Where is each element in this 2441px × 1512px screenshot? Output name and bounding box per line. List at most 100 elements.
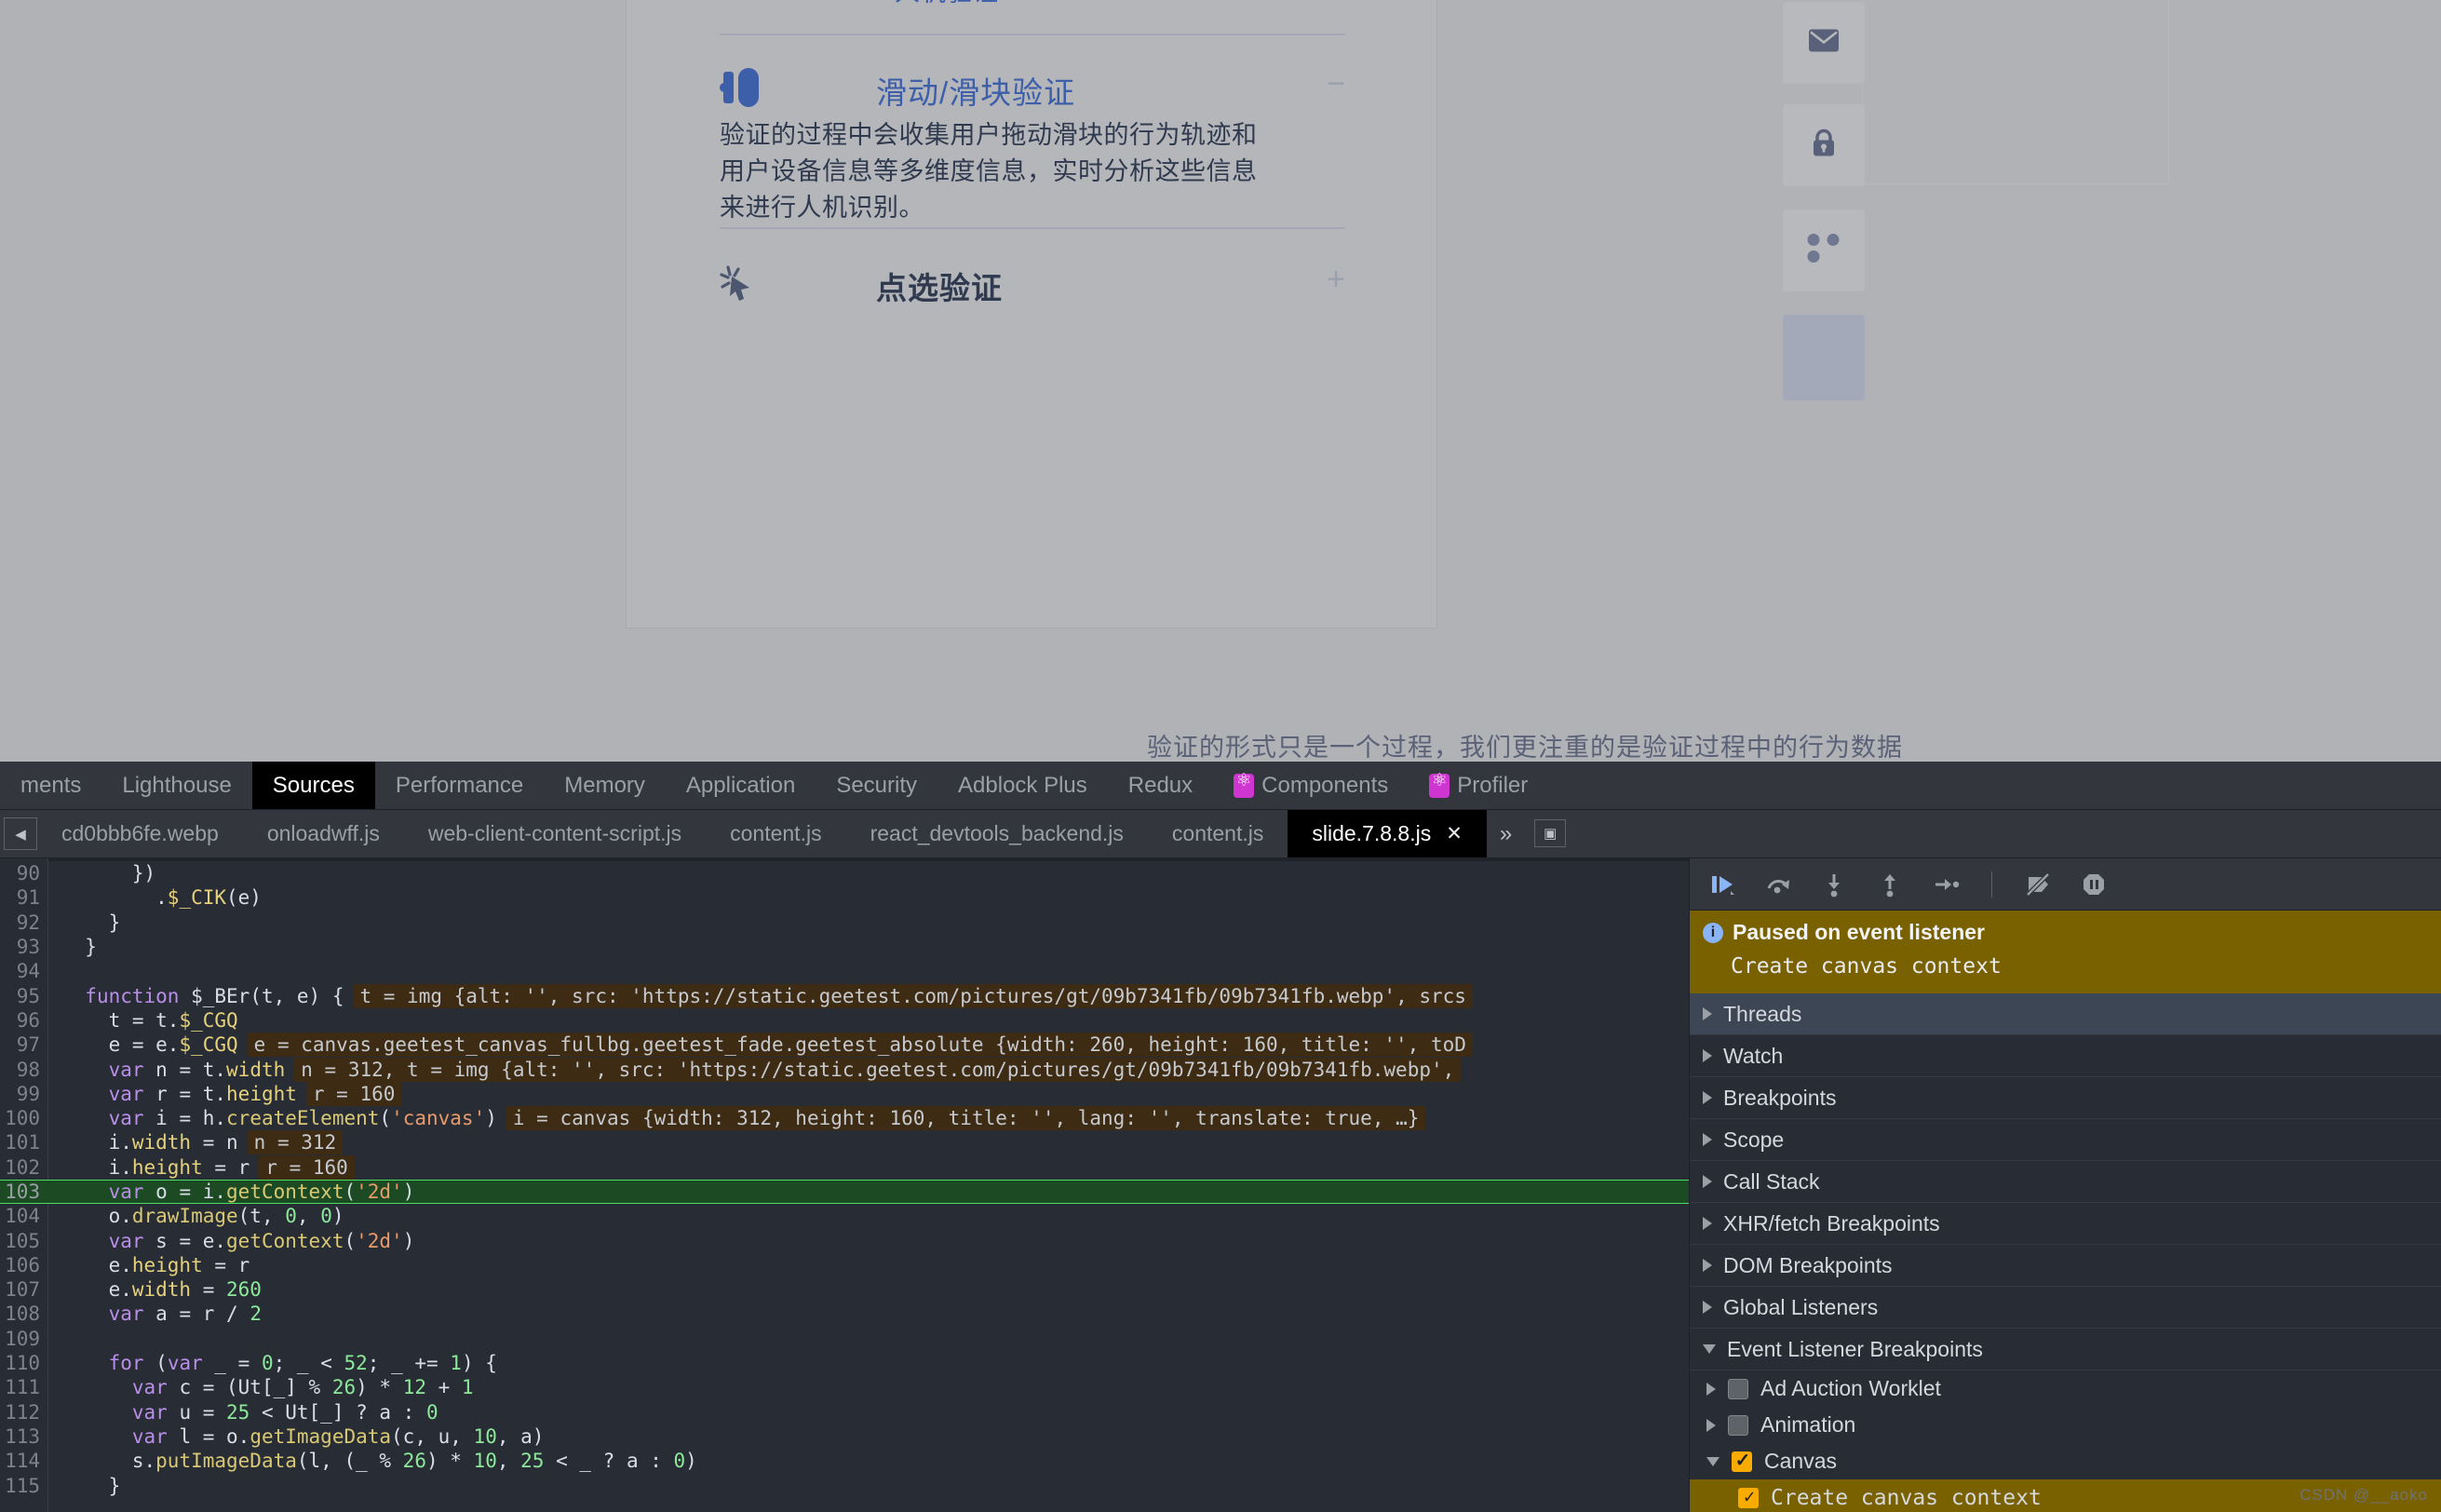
code-line[interactable]: 97 e = e.$_CGQ e = canvas.geetest_canvas_… [0, 1033, 1689, 1058]
deactivate-breakpoints-icon[interactable] [2022, 869, 2054, 900]
devtools-tab-components[interactable]: Components [1213, 762, 1409, 809]
code-line[interactable]: 100 var i = h.createElement('canvas') i =… [0, 1106, 1689, 1131]
source-file-tab[interactable]: slide.7.8.8.js ✕ [1288, 810, 1487, 857]
code-line[interactable]: 108 var a = r / 2 [0, 1302, 1689, 1326]
code-line[interactable]: 92 } [0, 911, 1689, 935]
line-number[interactable]: 98 [0, 1059, 48, 1081]
step-into-icon[interactable] [1818, 869, 1850, 900]
file-tabs-overflow-icon[interactable]: » [1487, 810, 1525, 857]
code-line[interactable]: 94 [0, 959, 1689, 983]
code-line[interactable]: 101 i.width = n n = 312 [0, 1130, 1689, 1155]
code-line[interactable]: 98 var n = t.width n = 312, t = img {alt:… [0, 1057, 1689, 1082]
debugger-section-scope[interactable]: Scope [1690, 1119, 2441, 1161]
chevron-down-icon[interactable] [1706, 1456, 1719, 1466]
source-file-tab[interactable]: react_devtools_backend.js [846, 810, 1148, 857]
lock-button[interactable] [1783, 104, 1865, 186]
accordion-click-toggle[interactable]: + [1327, 263, 1345, 295]
debugger-section-global-listeners[interactable]: Global Listeners [1690, 1287, 2441, 1329]
line-number[interactable]: 115 [0, 1475, 48, 1497]
devtools-tab-sources[interactable]: Sources [251, 762, 375, 809]
event-listener-breakpoint-item[interactable]: Ad Auction Worklet [1690, 1370, 2441, 1407]
line-number[interactable]: 100 [0, 1107, 48, 1129]
debugger-section-xhr-fetch-breakpoints[interactable]: XHR/fetch Breakpoints [1690, 1203, 2441, 1245]
accordion-slider-toggle[interactable]: − [1327, 68, 1345, 100]
chevron-right-icon[interactable] [1706, 1418, 1716, 1432]
line-number[interactable]: 104 [0, 1205, 48, 1227]
more-options-button[interactable] [1783, 209, 1865, 291]
debugger-section-breakpoints[interactable]: Breakpoints [1690, 1077, 2441, 1119]
code-line[interactable]: 106 e.height = r [0, 1253, 1689, 1277]
code-line[interactable]: 91 .$_CIK(e) [0, 885, 1689, 910]
debugger-section-dom-breakpoints[interactable]: DOM Breakpoints [1690, 1245, 2441, 1287]
close-file-tab-icon[interactable]: ✕ [1446, 822, 1463, 845]
code-line[interactable]: 112 var u = 25 < Ut[_] ? a : 0 [0, 1400, 1689, 1424]
devtools-tab-performance[interactable]: Performance [375, 762, 544, 809]
line-number[interactable]: 101 [0, 1131, 48, 1154]
line-number[interactable]: 114 [0, 1450, 48, 1472]
code-line[interactable]: 96 t = t.$_CGQ [0, 1008, 1689, 1033]
step-over-icon[interactable] [1762, 869, 1794, 900]
devtools-tab-ments[interactable]: ments [0, 762, 101, 809]
code-line[interactable]: 103 var o = i.getContext('2d') [0, 1179, 1689, 1205]
breakpoint-checkbox[interactable] [1732, 1449, 1753, 1472]
devtools-tab-profiler[interactable]: Profiler [1409, 762, 1548, 809]
debugger-section-call-stack[interactable]: Call Stack [1690, 1161, 2441, 1203]
event-listener-breakpoint-item[interactable]: Canvas [1690, 1443, 2441, 1479]
code-line[interactable]: 109 [0, 1327, 1689, 1351]
debugger-section-watch[interactable]: Watch [1690, 1035, 2441, 1077]
code-line[interactable]: 105 var s = e.getContext('2d') [0, 1228, 1689, 1252]
code-line[interactable]: 113 var l = o.getImageData(c, u, 10, a) [0, 1424, 1689, 1449]
line-number[interactable]: 109 [0, 1328, 48, 1350]
code-line[interactable]: 115 } [0, 1473, 1689, 1497]
cutoff-accordion-row[interactable]: 人机验证 − [785, 0, 1325, 7]
line-number[interactable]: 112 [0, 1401, 48, 1424]
code-editor[interactable]: 90 }) 91 .$_CIK(e) 92 } 93 } 94 95 function $… [0, 858, 1689, 1512]
code-line[interactable]: 114 s.putImageData(l, (_ % 26) * 10, 25 … [0, 1449, 1689, 1473]
line-number[interactable]: 94 [0, 960, 48, 982]
line-number[interactable]: 103 [0, 1181, 48, 1203]
accordion-slider-verification[interactable]: 滑动/滑块验证 − [720, 66, 1345, 122]
event-listener-breakpoint-item[interactable]: Animation [1690, 1407, 2441, 1443]
devtools-tab-memory[interactable]: Memory [544, 762, 666, 809]
source-file-tab[interactable]: content.js [706, 810, 845, 857]
file-tabs-prev-icon[interactable]: ◀ [4, 817, 37, 850]
code-line[interactable]: 90 }) [0, 861, 1689, 885]
line-number[interactable]: 96 [0, 1009, 48, 1032]
line-number[interactable]: 93 [0, 936, 48, 958]
line-number[interactable]: 106 [0, 1254, 48, 1276]
breakpoint-checkbox[interactable] [1738, 1485, 1760, 1508]
debugger-section-threads[interactable]: Threads [1690, 993, 2441, 1035]
devtools-tab-redux[interactable]: Redux [1108, 762, 1213, 809]
side-blank-button[interactable] [1783, 315, 1865, 400]
line-number[interactable]: 99 [0, 1083, 48, 1105]
line-number[interactable]: 95 [0, 985, 48, 1007]
resume-script-icon[interactable] [1706, 869, 1738, 900]
line-number[interactable]: 90 [0, 862, 48, 884]
source-file-tab[interactable]: web-client-content-script.js [404, 810, 706, 857]
step-out-icon[interactable] [1874, 869, 1906, 900]
code-line[interactable]: 104 o.drawImage(t, 0, 0) [0, 1204, 1689, 1228]
source-file-tab[interactable]: cd0bbb6fe.webp [37, 810, 243, 857]
debugger-section-event-listener-breakpoints[interactable]: Event Listener Breakpoints [1690, 1329, 2441, 1370]
show-navigator-icon[interactable]: ▣ [1534, 819, 1567, 847]
line-number[interactable]: 108 [0, 1303, 48, 1325]
pause-on-exceptions-icon[interactable] [2078, 869, 2110, 900]
code-line[interactable]: 110 for (var _ = 0; _ < 52; _ += 1) { [0, 1351, 1689, 1375]
code-line[interactable]: 93 } [0, 935, 1689, 959]
mail-button[interactable] [1783, 2, 1865, 84]
devtools-tab-application[interactable]: Application [666, 762, 816, 809]
devtools-tab-security[interactable]: Security [816, 762, 937, 809]
line-number[interactable]: 97 [0, 1033, 48, 1056]
line-number[interactable]: 105 [0, 1230, 48, 1252]
line-number[interactable]: 113 [0, 1425, 48, 1448]
code-line[interactable]: 111 var c = (Ut[_] % 26) * 12 + 1 [0, 1375, 1689, 1399]
code-line[interactable]: 95 function $_BEr(t, e) {t = img {alt: '… [0, 983, 1689, 1008]
cutoff-row-sign[interactable]: − [1185, 0, 1199, 3]
breakpoint-checkbox[interactable] [1728, 1414, 1748, 1436]
line-number[interactable]: 102 [0, 1156, 48, 1179]
accordion-click-verification[interactable]: 点选验证 + [720, 262, 1345, 317]
devtools-tab-adblock-plus[interactable]: Adblock Plus [937, 762, 1108, 809]
step-icon[interactable] [1930, 869, 1962, 900]
chevron-right-icon[interactable] [1706, 1382, 1716, 1396]
line-number[interactable]: 110 [0, 1352, 48, 1374]
